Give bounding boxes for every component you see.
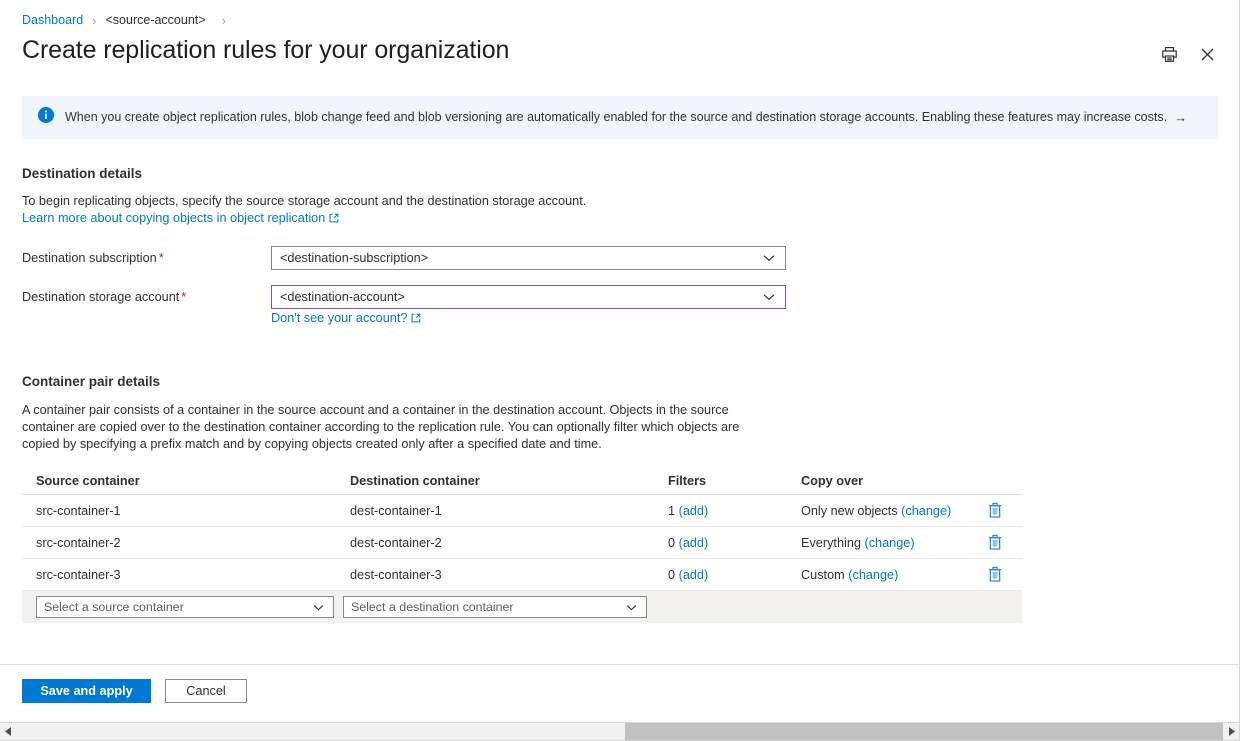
horizontal-scrollbar[interactable] [0,722,1240,740]
cell-actions [986,534,1022,552]
source-container-select[interactable]: Select a source container [36,596,334,618]
scrollbar-thumb[interactable] [625,723,1223,740]
container-pair-description-line-1: A container pair consists of a container… [22,402,729,419]
container-pair-description-line-3: copied by specifying a prefix match and … [22,436,602,453]
trash-icon[interactable] [986,534,1004,552]
scroll-left-icon[interactable] [0,723,17,740]
copy-over-change-link[interactable]: (change) [848,568,898,582]
cell-copy-over: Custom (change) [801,568,986,582]
filters-add-link[interactable]: (add) [679,536,709,550]
learn-more-link[interactable]: Learn more about copying objects in obje… [22,211,325,225]
destination-subscription-select[interactable]: <destination-subscription> [271,246,786,270]
filters-count: 0 [668,568,675,582]
column-header-source-container: Source container [22,474,350,488]
required-asterisk: * [181,290,186,304]
header-command-bar [1157,42,1219,66]
breadcrumb-item-dashboard[interactable]: Dashboard [22,13,83,27]
filters-add-link[interactable]: (add) [679,504,709,518]
filters-count: 1 [668,504,675,518]
scroll-right-icon[interactable] [1223,723,1240,740]
destination-subscription-value: <destination-subscription> [280,251,763,265]
copy-over-value: Only new objects [801,504,898,518]
cell-copy-over: Everything (change) [801,536,986,550]
info-icon [38,107,54,128]
table-row: src-container-3 dest-container-3 0 (add)… [22,559,1022,591]
close-icon[interactable] [1195,42,1219,66]
destination-storage-account-label: Destination storage account* [22,290,271,304]
destination-details-description: To begin replicating objects, specify th… [22,193,586,210]
dont-see-account-link[interactable]: Don't see your account? [271,311,407,325]
destination-storage-account-select[interactable]: <destination-account> [271,285,786,309]
table-row: src-container-2 dest-container-2 0 (add)… [22,527,1022,559]
cell-filters: 1 (add) [668,504,801,518]
scrollbar-track[interactable] [17,723,1223,740]
cell-destination-container: dest-container-2 [350,536,668,550]
container-pairs-table: Source container Destination container F… [22,467,1022,623]
chevron-down-icon [763,252,775,264]
breadcrumb: Dashboard › <source-account> › [22,12,235,28]
cell-copy-over: Only new objects (change) [801,504,986,518]
column-header-filters: Filters [668,474,801,488]
external-link-icon [411,312,421,326]
page-title: Create replication rules for your organi… [22,36,509,65]
trash-icon[interactable] [986,502,1004,520]
table-new-pair-row: Select a source container Select a desti… [22,591,1022,623]
cell-filters: 0 (add) [668,568,801,582]
container-pair-details-heading: Container pair details [22,374,160,389]
destination-subscription-label: Destination subscription* [22,251,271,265]
column-header-copy-over: Copy over [801,474,986,488]
save-and-apply-button[interactable]: Save and apply [22,679,151,703]
destination-storage-account-row: Destination storage account* <destinatio… [22,286,786,308]
copy-over-change-link[interactable]: (change) [864,536,914,550]
required-asterisk: * [159,251,164,265]
info-banner-arrow-icon[interactable]: → [1174,110,1187,125]
blade-create-replication-rules: Dashboard › <source-account> › Create re… [0,0,1240,741]
copy-over-value: Custom [801,568,845,582]
footer-divider [0,664,1239,665]
chevron-down-icon [312,601,324,613]
copy-over-value: Everything [801,536,861,550]
chevron-down-icon [625,601,637,613]
table-header-row: Source container Destination container F… [22,467,1022,495]
trash-icon[interactable] [986,566,1004,584]
info-banner-text: When you create object replication rules… [65,109,1167,125]
breadcrumb-separator-icon-2: › [222,14,226,27]
destination-details-heading: Destination details [22,166,142,181]
chevron-down-icon [763,291,775,303]
source-container-placeholder: Select a source container [44,600,312,614]
destination-container-select[interactable]: Select a destination container [343,596,647,618]
external-link-icon [329,211,339,228]
filters-count: 0 [668,536,675,550]
cell-destination-container: dest-container-1 [350,504,668,518]
destination-container-placeholder: Select a destination container [351,600,625,614]
destination-storage-account-value: <destination-account> [280,290,763,304]
column-header-destination-container: Destination container [350,474,668,488]
breadcrumb-separator-icon: › [92,14,96,27]
cancel-button[interactable]: Cancel [165,679,247,703]
cell-actions [986,566,1022,584]
destination-subscription-row: Destination subscription* <destination-s… [22,247,786,269]
info-banner: When you create object replication rules… [22,96,1218,139]
table-row: src-container-1 dest-container-1 1 (add)… [22,495,1022,527]
cell-actions [986,502,1022,520]
cell-filters: 0 (add) [668,536,801,550]
breadcrumb-item-source-account[interactable]: <source-account> [106,13,206,27]
footer-actions: Save and apply Cancel [22,679,247,703]
print-icon[interactable] [1157,42,1181,66]
cell-source-container: src-container-2 [22,536,350,550]
container-pair-description-line-2: container are copied over to the destina… [22,419,739,436]
cell-source-container: src-container-3 [22,568,350,582]
filters-add-link[interactable]: (add) [679,568,709,582]
copy-over-change-link[interactable]: (change) [901,504,951,518]
cell-destination-container: dest-container-3 [350,568,668,582]
cell-source-container: src-container-1 [22,504,350,518]
